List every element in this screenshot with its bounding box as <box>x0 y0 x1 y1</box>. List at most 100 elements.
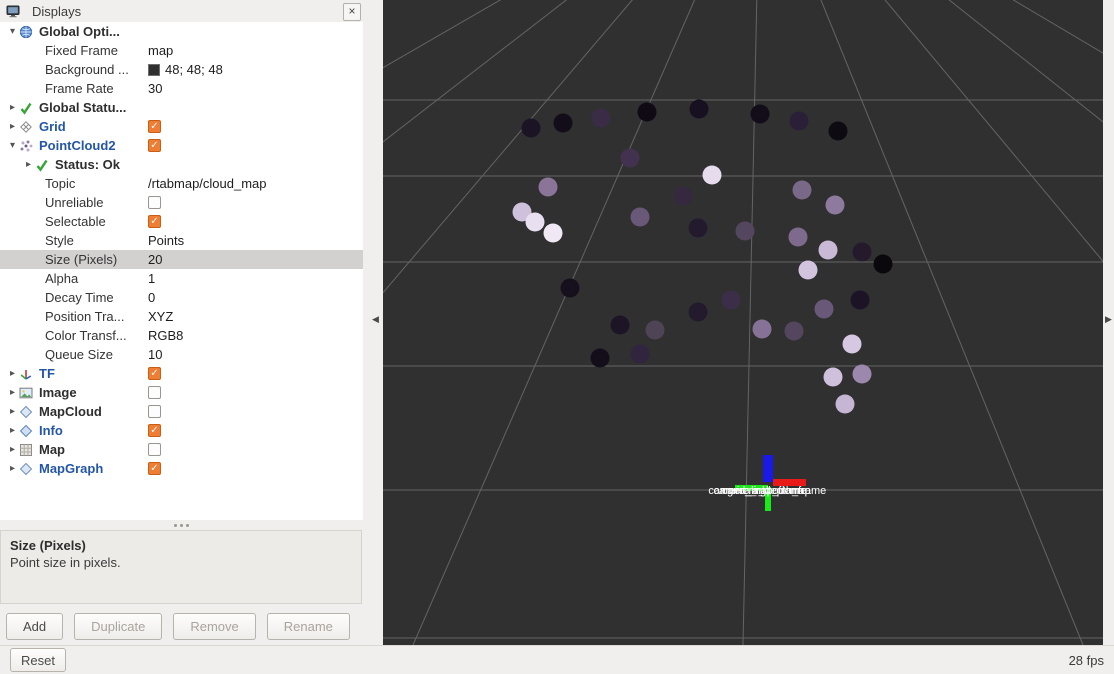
point <box>638 103 657 122</box>
expander-icon[interactable]: ▸ <box>22 159 35 170</box>
point <box>554 114 573 133</box>
expander-icon[interactable]: ▸ <box>6 121 19 132</box>
row-label: MapCloud <box>39 404 102 419</box>
expander-icon[interactable]: ▾ <box>6 140 19 151</box>
map-icon <box>19 443 35 457</box>
row-label: MapGraph <box>39 461 103 476</box>
alpha-value[interactable]: 1 <box>148 271 155 286</box>
displays-icon <box>6 4 22 18</box>
point <box>689 219 708 238</box>
point <box>836 395 855 414</box>
tree-row-size-pixels[interactable]: Size (Pixels) 20 <box>0 250 363 269</box>
mapcloud-icon <box>19 405 35 419</box>
collapse-left-icon[interactable]: ◀ <box>372 314 379 325</box>
tree-row-pointcloud2[interactable]: ▾ PointCloud2 ✓ <box>0 136 363 155</box>
fixed-frame-value[interactable]: map <box>148 43 173 58</box>
point <box>544 224 563 243</box>
row-label: Background ... <box>45 62 129 77</box>
reset-button[interactable]: Reset <box>10 648 66 672</box>
expander-icon[interactable]: ▸ <box>6 368 19 379</box>
row-label: PointCloud2 <box>39 138 116 153</box>
expander-icon[interactable]: ▸ <box>6 387 19 398</box>
topic-value[interactable]: /rtabmap/cloud_map <box>148 176 267 191</box>
row-label: Global Opti... <box>39 24 120 39</box>
tree-row-fixed-frame[interactable]: Fixed Frame map <box>0 41 363 60</box>
tree-row-frame-rate[interactable]: Frame Rate 30 <box>0 79 363 98</box>
selectable-checkbox[interactable]: ✓ <box>148 215 161 228</box>
row-label: Color Transf... <box>45 328 127 343</box>
info-checkbox[interactable]: ✓ <box>148 424 161 437</box>
row-label: Fixed Frame <box>45 43 118 58</box>
tree-row-map[interactable]: ▸ Map <box>0 440 363 459</box>
tree-row-image[interactable]: ▸ Image <box>0 383 363 402</box>
grid-checkbox[interactable]: ✓ <box>148 120 161 133</box>
tree-row-unreliable[interactable]: Unreliable <box>0 193 363 212</box>
tf-checkbox[interactable]: ✓ <box>148 367 161 380</box>
row-label: Queue Size <box>45 347 113 362</box>
mapgraph-checkbox[interactable]: ✓ <box>148 462 161 475</box>
point <box>829 122 848 141</box>
rename-button[interactable]: Rename <box>267 613 350 640</box>
remove-button[interactable]: Remove <box>173 613 255 640</box>
decay-time-value[interactable]: 0 <box>148 290 155 305</box>
size-pixels-value[interactable]: 20 <box>148 252 162 267</box>
queue-size-value[interactable]: 10 <box>148 347 162 362</box>
mapcloud-checkbox[interactable] <box>148 405 161 418</box>
tree-row-grid[interactable]: ▸ Grid ✓ <box>0 117 363 136</box>
tree-row-style[interactable]: Style Points <box>0 231 363 250</box>
duplicate-button[interactable]: Duplicate <box>74 613 162 640</box>
tree-row-alpha[interactable]: Alpha 1 <box>0 269 363 288</box>
status-bar: Reset 28 fps <box>0 645 1114 674</box>
tree-row-status-ok[interactable]: ▸ Status: Ok <box>0 155 363 174</box>
color-transformer-value[interactable]: RGB8 <box>148 328 183 343</box>
tree-row-mapcloud[interactable]: ▸ MapCloud <box>0 402 363 421</box>
map-checkbox[interactable] <box>148 443 161 456</box>
image-checkbox[interactable] <box>148 386 161 399</box>
expander-icon[interactable]: ▸ <box>6 406 19 417</box>
tree-row-global-options[interactable]: ▾ Global Opti... <box>0 22 363 41</box>
tf-icon <box>19 367 35 381</box>
frame-rate-value[interactable]: 30 <box>148 81 162 96</box>
row-label: Size (Pixels) <box>45 252 117 267</box>
point <box>591 349 610 368</box>
point <box>674 187 693 206</box>
pointcloud2-checkbox[interactable]: ✓ <box>148 139 161 152</box>
tree-row-queue-size[interactable]: Queue Size 10 <box>0 345 363 364</box>
tree-row-topic[interactable]: Topic /rtabmap/cloud_map <box>0 174 363 193</box>
panel-splitter[interactable] <box>0 520 363 530</box>
tree-row-selectable[interactable]: Selectable ✓ <box>0 212 363 231</box>
tree-row-decay-time[interactable]: Decay Time 0 <box>0 288 363 307</box>
add-button[interactable]: Add <box>6 613 63 640</box>
expander-icon[interactable]: ▸ <box>6 102 19 113</box>
tree-row-global-status[interactable]: ▸ Global Statu... <box>0 98 363 117</box>
expander-icon[interactable]: ▸ <box>6 425 19 436</box>
tree-row-color-transformer[interactable]: Color Transf... RGB8 <box>0 326 363 345</box>
row-label: Alpha <box>45 271 78 286</box>
point <box>790 112 809 131</box>
background-color-value[interactable]: 48; 48; 48 <box>165 62 223 77</box>
tree-row-tf[interactable]: ▸ TF ✓ <box>0 364 363 383</box>
row-label: Style <box>45 233 74 248</box>
help-body: Point size in pixels. <box>10 555 352 570</box>
row-label: Info <box>39 423 63 438</box>
tree-row-info[interactable]: ▸ Info ✓ <box>0 421 363 440</box>
render-viewport[interactable]: camera_linkcamera_rgb_framecamera_depth_… <box>383 0 1103 645</box>
row-label: Position Tra... <box>45 309 124 324</box>
point <box>703 166 722 185</box>
unreliable-checkbox[interactable] <box>148 196 161 209</box>
tf-frame-label: map <box>789 485 810 497</box>
collapse-right-icon[interactable]: ▶ <box>1105 314 1112 325</box>
point <box>539 178 558 197</box>
point <box>826 196 845 215</box>
tree-row-mapgraph[interactable]: ▸ MapGraph ✓ <box>0 459 363 478</box>
tree-row-background-color[interactable]: Background ... 48; 48; 48 <box>0 60 363 79</box>
close-icon[interactable]: × <box>343 3 361 21</box>
style-value[interactable]: Points <box>148 233 184 248</box>
point <box>690 100 709 119</box>
tree-row-position-transformer[interactable]: Position Tra... XYZ <box>0 307 363 326</box>
expander-icon[interactable]: ▸ <box>6 463 19 474</box>
position-transformer-value[interactable]: XYZ <box>148 309 173 324</box>
expander-icon[interactable]: ▾ <box>6 26 19 37</box>
expander-icon[interactable]: ▸ <box>6 444 19 455</box>
point <box>853 243 872 262</box>
